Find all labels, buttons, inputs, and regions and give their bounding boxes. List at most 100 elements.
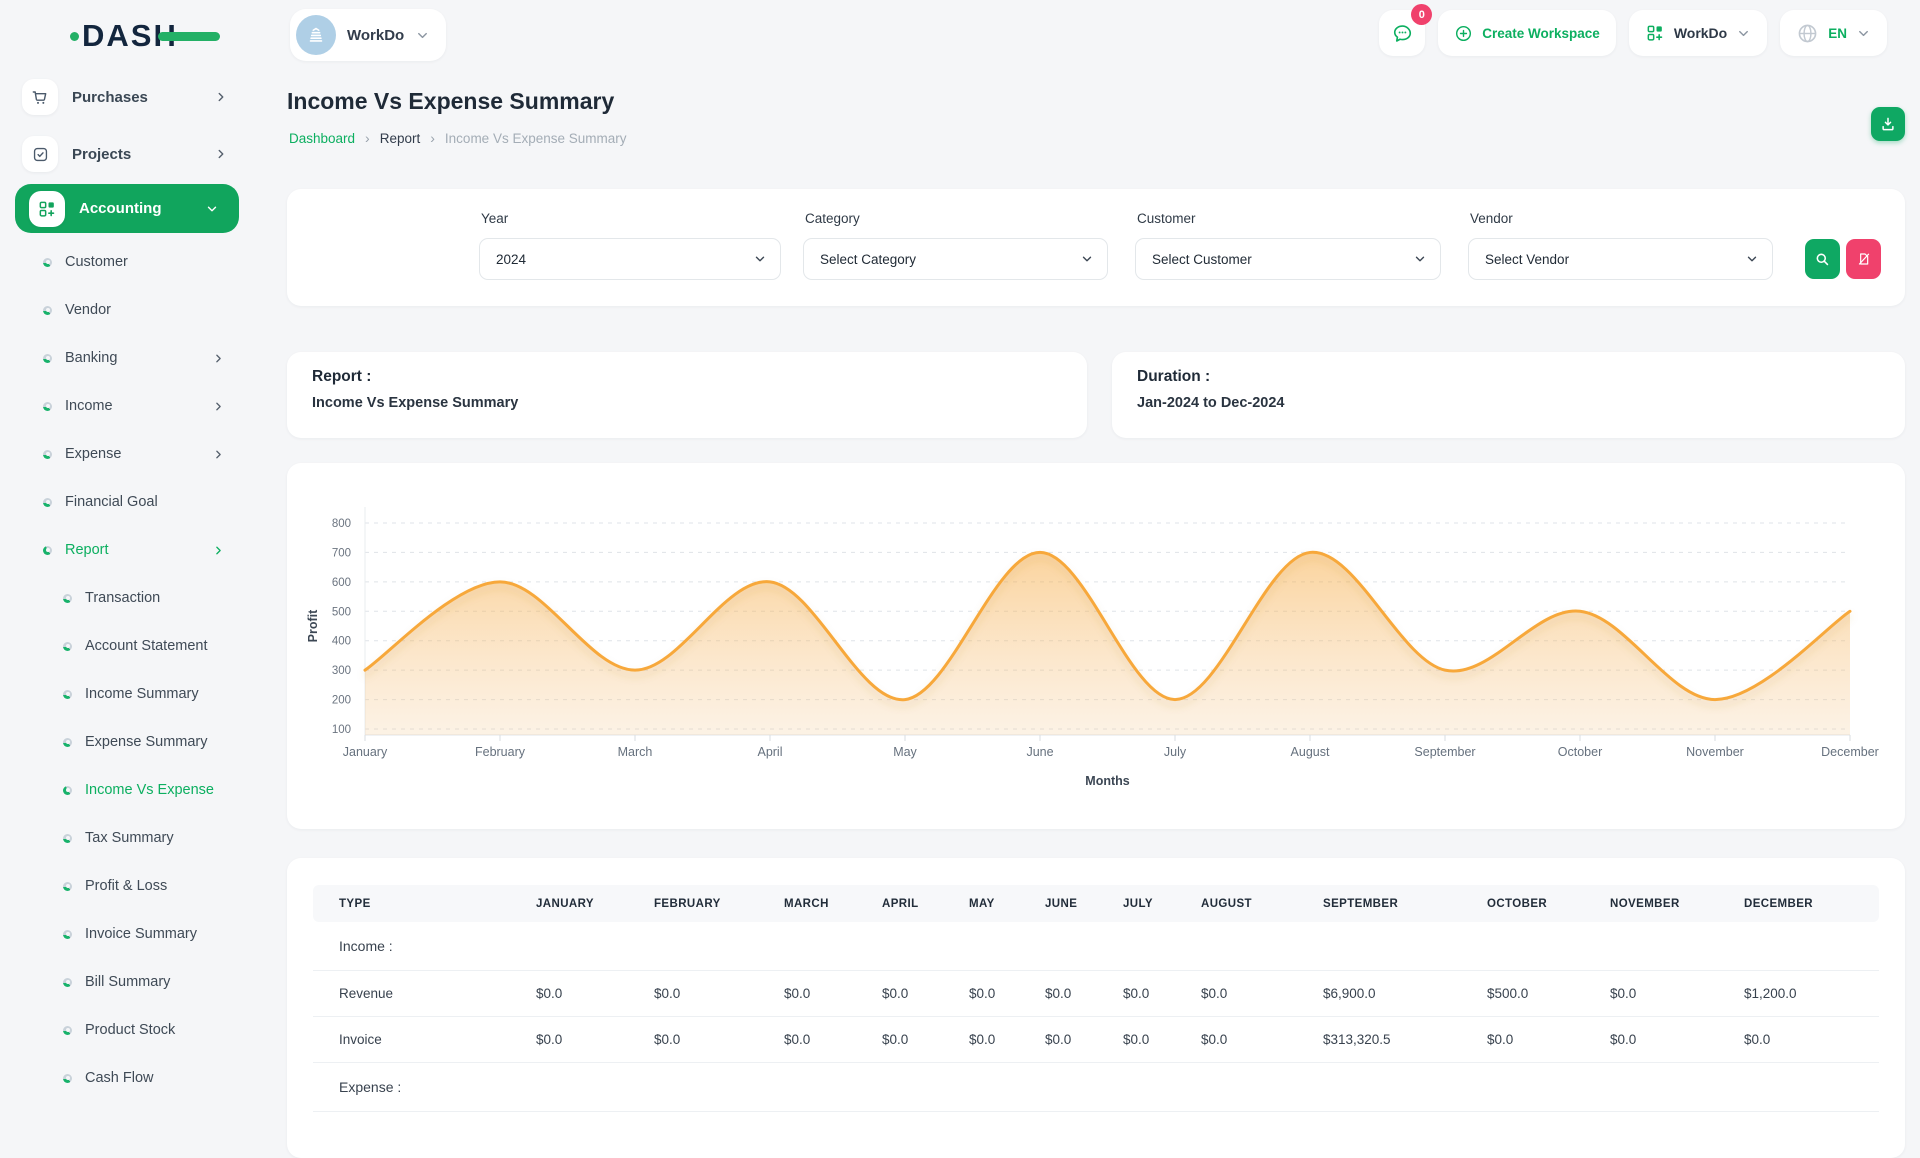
column-header-august: AUGUST [1201,885,1323,922]
sidebar-item-income-vs-expense[interactable]: Income Vs Expense [0,766,257,814]
svg-text:400: 400 [332,636,351,648]
svg-text:Months: Months [1085,774,1129,788]
svg-text:August: August [1291,745,1330,759]
column-header-october: OCTOBER [1487,885,1610,922]
bullet-icon [63,786,72,795]
bullet-icon [63,834,72,843]
breadcrumb-dashboard[interactable]: Dashboard [289,131,355,146]
svg-text:700: 700 [332,547,351,559]
bullet-icon [63,1026,72,1035]
svg-text:300: 300 [332,665,351,677]
chevron-right-icon [212,400,225,413]
page-title: Income Vs Expense Summary [287,88,614,115]
sidebar-item-projects[interactable]: Projects [0,131,257,177]
sidebar-submenu: CustomerVendorBankingIncomeExpenseFinanc… [0,238,257,1102]
svg-text:200: 200 [332,695,351,707]
bullet-icon [63,978,72,987]
column-header-september: SEPTEMBER [1323,885,1487,922]
svg-text:December: December [1821,745,1879,759]
svg-text:500: 500 [332,606,351,618]
svg-text:800: 800 [332,518,351,530]
workspace-label: WorkDo [347,27,404,44]
report-card-title: Report : [312,368,371,386]
sidebar-item-product-stock[interactable]: Product Stock [0,1006,257,1054]
column-header-march: MARCH [784,885,882,922]
chevron-down-icon [1413,252,1427,266]
bullet-icon [43,450,52,459]
duration-summary-card: Duration : Jan-2024 to Dec-2024 [1112,352,1905,438]
svg-text:March: March [618,745,653,759]
svg-text:July: July [1164,745,1187,759]
customer-label: Customer [1137,211,1196,226]
logo[interactable]: DASH [70,18,220,54]
sidebar-item-bill-summary[interactable]: Bill Summary [0,958,257,1006]
svg-text:600: 600 [332,577,351,589]
group-row-income: Income : [313,922,1879,971]
workspace-selector[interactable]: WorkDo [290,9,446,61]
messages-button[interactable]: 0 [1379,10,1425,56]
chevron-right-icon [212,448,225,461]
search-icon [1814,251,1831,268]
chevron-down-icon [1745,252,1759,266]
sidebar-item-invoice-summary[interactable]: Invoice Summary [0,910,257,958]
column-header-november: NOVEMBER [1610,885,1744,922]
sidebar-item-expense-summary[interactable]: Expense Summary [0,718,257,766]
reset-filter-button[interactable] [1846,239,1881,279]
logo-dot-icon [70,32,79,41]
sidebar-item-expense[interactable]: Expense [0,430,257,478]
group-row-expense: Expense : [313,1063,1879,1112]
svg-text:February: February [475,745,526,759]
sidebar-item-cash-flow[interactable]: Cash Flow [0,1054,257,1102]
bullet-icon [43,402,52,411]
download-button[interactable] [1871,107,1905,141]
column-header-may: MAY [969,885,1045,922]
sidebar-item-accounting[interactable]: Accounting [15,184,239,233]
sidebar-item-report[interactable]: Report [0,526,257,574]
svg-text:April: April [757,745,782,759]
plus-circle-icon [1454,24,1473,43]
sidebar-item-vendor[interactable]: Vendor [0,286,257,334]
sidebar-item-purchases[interactable]: Purchases [0,74,257,120]
messages-count-badge: 0 [1411,4,1432,25]
sidebar-item-tax-summary[interactable]: Tax Summary [0,814,257,862]
column-header-april: APRIL [882,885,969,922]
customer-select[interactable]: Select Customer [1135,238,1441,280]
column-header-january: JANUARY [536,885,654,922]
vendor-select[interactable]: Select Vendor [1468,238,1773,280]
create-workspace-button[interactable]: Create Workspace [1438,10,1616,56]
sidebar-item-customer[interactable]: Customer [0,238,257,286]
sidebar-item-transaction[interactable]: Transaction [0,574,257,622]
chart-card: 800700600500400300200100JanuaryFebruaryM… [287,463,1905,829]
chevron-down-icon [205,202,219,216]
chevron-down-icon [1736,26,1751,41]
check-square-icon [22,136,58,172]
table-row-revenue: Revenue$0.0$0.0$0.0$0.0$0.0$0.0$0.0$0.0$… [313,971,1879,1017]
income-vs-expense-chart: 800700600500400300200100JanuaryFebruaryM… [297,479,1895,801]
chevron-separator-icon: › [365,130,370,146]
year-select[interactable]: 2024 [479,238,781,280]
sidebar-item-banking[interactable]: Banking [0,334,257,382]
apply-filter-button[interactable] [1805,239,1840,279]
category-select[interactable]: Select Category [803,238,1108,280]
duration-card-value: Jan-2024 to Dec-2024 [1137,395,1285,411]
chevron-separator-icon: › [430,130,435,146]
svg-text:100: 100 [332,724,351,736]
bullet-icon [63,1074,72,1083]
bullet-icon [63,642,72,651]
sidebar-item-income-summary[interactable]: Income Summary [0,670,257,718]
globe-icon [1796,22,1819,45]
sidebar-item-income[interactable]: Income [0,382,257,430]
chevron-down-icon [753,252,767,266]
vendor-label: Vendor [1470,211,1513,226]
language-selector[interactable]: EN [1780,10,1887,56]
building-icon [296,15,336,55]
category-label: Category [805,211,860,226]
table-row-invoice: Invoice$0.0$0.0$0.0$0.0$0.0$0.0$0.0$0.0$… [313,1017,1879,1063]
duration-card-title: Duration : [1137,368,1210,386]
year-label: Year [481,211,508,226]
sidebar-item-account-statement[interactable]: Account Statement [0,622,257,670]
sidebar-item-financial-goal[interactable]: Financial Goal [0,478,257,526]
breadcrumb-report[interactable]: Report [380,131,421,146]
workdo-menu-button[interactable]: WorkDo [1629,10,1767,56]
sidebar-item-profit-loss[interactable]: Profit & Loss [0,862,257,910]
